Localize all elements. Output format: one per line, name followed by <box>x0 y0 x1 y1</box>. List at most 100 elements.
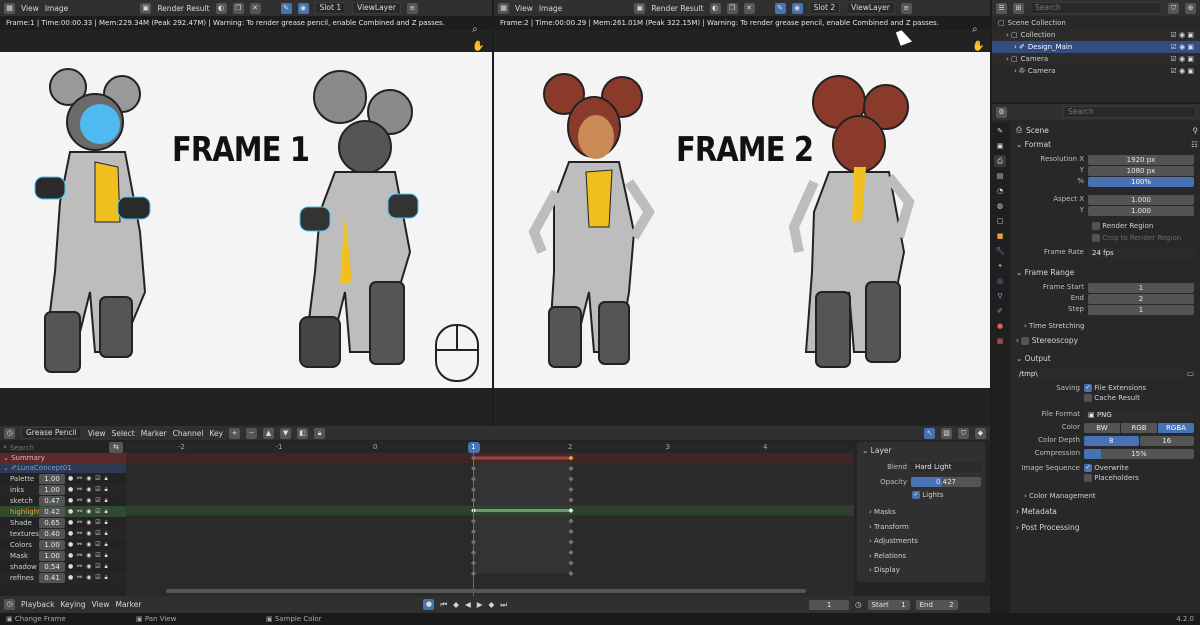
depth-16-button[interactable]: 16 <box>1139 436 1194 446</box>
filter-icon[interactable]: ⛉ <box>958 427 969 439</box>
layer-toggle-icons[interactable]: ● ⚯ ◉ ☑ 🔒︎ <box>68 519 109 527</box>
display-mode-icon[interactable]: ⊞ <box>1013 2 1024 14</box>
menu-image[interactable]: Image <box>45 4 69 13</box>
hand-pan-icon[interactable]: ✋ <box>472 41 484 52</box>
next-key-icon[interactable]: ◆ <box>489 600 495 609</box>
jump-end-icon[interactable]: ⏭ <box>500 600 507 610</box>
visibility-eye-icon[interactable]: ☑ ◉ ▣ <box>1171 53 1194 65</box>
placeholders-check[interactable]: Placeholders <box>1016 474 1194 486</box>
tool-tab-icon[interactable]: ✎ <box>994 125 1006 137</box>
list-icon[interactable]: ☷ <box>1191 138 1198 152</box>
onion-icon[interactable]: ◧ <box>297 427 309 439</box>
frame-start-field[interactable]: 1 <box>1088 283 1194 293</box>
view-layer-select[interactable]: ViewLayer <box>846 2 895 14</box>
format-panel-header[interactable]: ⌄ Format ☷ <box>1012 138 1198 152</box>
outliner-row[interactable]: ▢ Scene Collection <box>992 17 1200 29</box>
editor-type-icon[interactable]: ⚙ <box>996 106 1007 118</box>
start-frame-field[interactable]: Start 1 <box>867 599 910 610</box>
checkbox-icon[interactable]: ✓ <box>912 491 920 499</box>
duplicate-icon[interactable]: ❐ <box>232 2 244 14</box>
clock-icon[interactable]: ◷ <box>855 600 862 609</box>
layer-opacity-field[interactable]: 0.54 <box>39 561 65 572</box>
outliner-row[interactable]: › ▢ Collection ☑ ◉ ▣ <box>992 29 1200 41</box>
menu-toggle-icon[interactable]: ≡ <box>900 2 912 14</box>
shield-icon[interactable]: ◐ <box>709 2 721 14</box>
add-icon[interactable]: + <box>229 427 241 439</box>
checkbox-icon[interactable] <box>1092 222 1100 230</box>
particles-tab-icon[interactable]: ✦ <box>994 260 1006 272</box>
compression-slider[interactable]: 15% <box>1084 449 1194 459</box>
time-stretching-subpanel[interactable]: › Time Stretching <box>1012 321 1194 332</box>
filter-icon[interactable]: ⛉ <box>1168 2 1179 14</box>
layer-opacity-field[interactable]: 0.41 <box>39 572 65 583</box>
visibility-eye-icon[interactable]: ☑ ◉ ▣ <box>1171 65 1194 77</box>
depth-8-button[interactable]: 8 <box>1084 436 1139 446</box>
constraints-tab-icon[interactable]: ⚲ <box>994 290 1006 302</box>
image-name[interactable]: Render Result <box>157 4 209 13</box>
resolution-percent-field[interactable]: 100% <box>1088 177 1194 187</box>
object-tab-icon[interactable]: ■ <box>994 230 1006 242</box>
blend-select[interactable]: Hard Light <box>911 462 981 472</box>
frame-range-panel-header[interactable]: ⌄ Frame Range <box>1012 266 1198 280</box>
layer-opacity-field[interactable]: 1.00 <box>39 473 65 484</box>
render-view-2[interactable]: FRAME 2 <box>494 52 990 388</box>
record-icon[interactable]: ● <box>423 599 435 610</box>
layer-opacity-field[interactable]: 0.47 <box>39 495 65 506</box>
menu-view[interactable]: View <box>21 4 39 13</box>
pin-icon[interactable]: ⚲ <box>1193 126 1199 135</box>
keyframe-grid[interactable] <box>126 453 854 596</box>
hand-pan-icon[interactable]: ✋ <box>972 41 984 52</box>
zoom-icon[interactable]: ⌕ <box>972 24 978 35</box>
data-tab-icon[interactable]: ✐ <box>994 305 1006 317</box>
close-icon[interactable]: ✕ <box>743 2 755 14</box>
hidden-icon[interactable]: ▨ <box>941 427 952 439</box>
resolution-y-field[interactable]: 1080 px <box>1088 166 1194 176</box>
current-frame-field[interactable]: 1 <box>809 599 850 610</box>
menu-image[interactable]: Image <box>539 4 563 13</box>
layer-opacity-field[interactable]: 0.40 <box>39 528 65 539</box>
subpanel-display[interactable]: › Display <box>869 565 985 580</box>
image-browse-icon[interactable]: ▣ <box>634 2 646 14</box>
layer-row[interactable]: highlight 0.42 ● ⚯ ◉ ☑ 🔒︎ <box>0 506 126 517</box>
stereoscopy-panel-header[interactable]: › Stereoscopy <box>1012 334 1198 348</box>
view-layer-select[interactable]: ViewLayer <box>352 2 401 14</box>
subpanel-adjustments[interactable]: › Adjustments <box>869 536 985 551</box>
zoom-icon[interactable]: ⌕ <box>472 24 478 35</box>
collection-tab-icon[interactable]: ▢ <box>994 215 1006 227</box>
prev-key-icon[interactable]: ◆ <box>453 600 459 609</box>
layer-toggle-icons[interactable]: ● ⚯ ◉ ☑ 🔒︎ <box>68 574 109 582</box>
layer-toggle-icons[interactable]: ● ⚯ ◉ ☑ 🔒︎ <box>68 563 109 571</box>
post-processing-panel-header[interactable]: › Post Processing <box>1012 521 1198 535</box>
cache-result-check[interactable]: Cache Result <box>1016 394 1194 406</box>
layer-row[interactable]: Palette 1.00 ● ⚯ ◉ ☑ 🔒︎ <box>0 473 126 484</box>
opacity-slider[interactable]: 0.427 <box>911 477 981 487</box>
shield-icon[interactable]: ◐ <box>215 2 227 14</box>
layer-toggle-icons[interactable]: ● ⚯ ◉ ☑ 🔒︎ <box>68 486 109 494</box>
overwrite-check[interactable]: ✓ Overwrite <box>1084 464 1129 472</box>
layer-row[interactable]: inks 1.00 ● ⚯ ◉ ☑ 🔒︎ <box>0 484 126 495</box>
aspect-y-field[interactable]: 1.000 <box>1088 206 1194 216</box>
aspect-x-field[interactable]: 1.000 <box>1088 195 1194 205</box>
slot-select[interactable]: Slot 2 <box>808 2 841 14</box>
layer-row[interactable]: textures 0.40 ● ⚯ ◉ ☑ 🔒︎ <box>0 528 126 539</box>
modifier-tab-icon[interactable]: 🔧︎ <box>994 245 1006 257</box>
texture-tab-icon[interactable]: ▦ <box>994 335 1006 347</box>
lights-row[interactable]: ✓ Lights <box>857 491 985 499</box>
checkbox-icon[interactable] <box>1084 394 1092 402</box>
move-up-icon[interactable]: ▲ <box>263 427 275 439</box>
folder-icon[interactable]: ▭ <box>1187 369 1194 379</box>
layer-toggle-icons[interactable]: ● ⚯ ◉ ☑ 🔒︎ <box>68 475 109 483</box>
jump-start-icon[interactable]: ⏮ <box>440 600 447 610</box>
layer-toggle-icons[interactable]: ● ⚯ ◉ ☑ 🔒︎ <box>68 497 109 505</box>
frame-step-field[interactable]: 1 <box>1088 305 1194 315</box>
menu-playback[interactable]: Playback <box>21 600 54 609</box>
color-rgb-button[interactable]: RGB <box>1121 423 1157 433</box>
file-format-select[interactable]: ▣ PNG <box>1084 410 1194 420</box>
lock-icon[interactable]: 🔒︎ <box>314 427 326 439</box>
layer-row[interactable]: Mask 1.00 ● ⚯ ◉ ☑ 🔒︎ <box>0 550 126 561</box>
menu-keying[interactable]: Keying <box>60 600 85 609</box>
color-management-subpanel[interactable]: › Color Management <box>1016 491 1194 502</box>
close-icon[interactable]: ✕ <box>249 2 261 14</box>
resolution-x-field[interactable]: 1920 px <box>1088 155 1194 165</box>
channel-search-input[interactable]: Search <box>10 444 106 452</box>
